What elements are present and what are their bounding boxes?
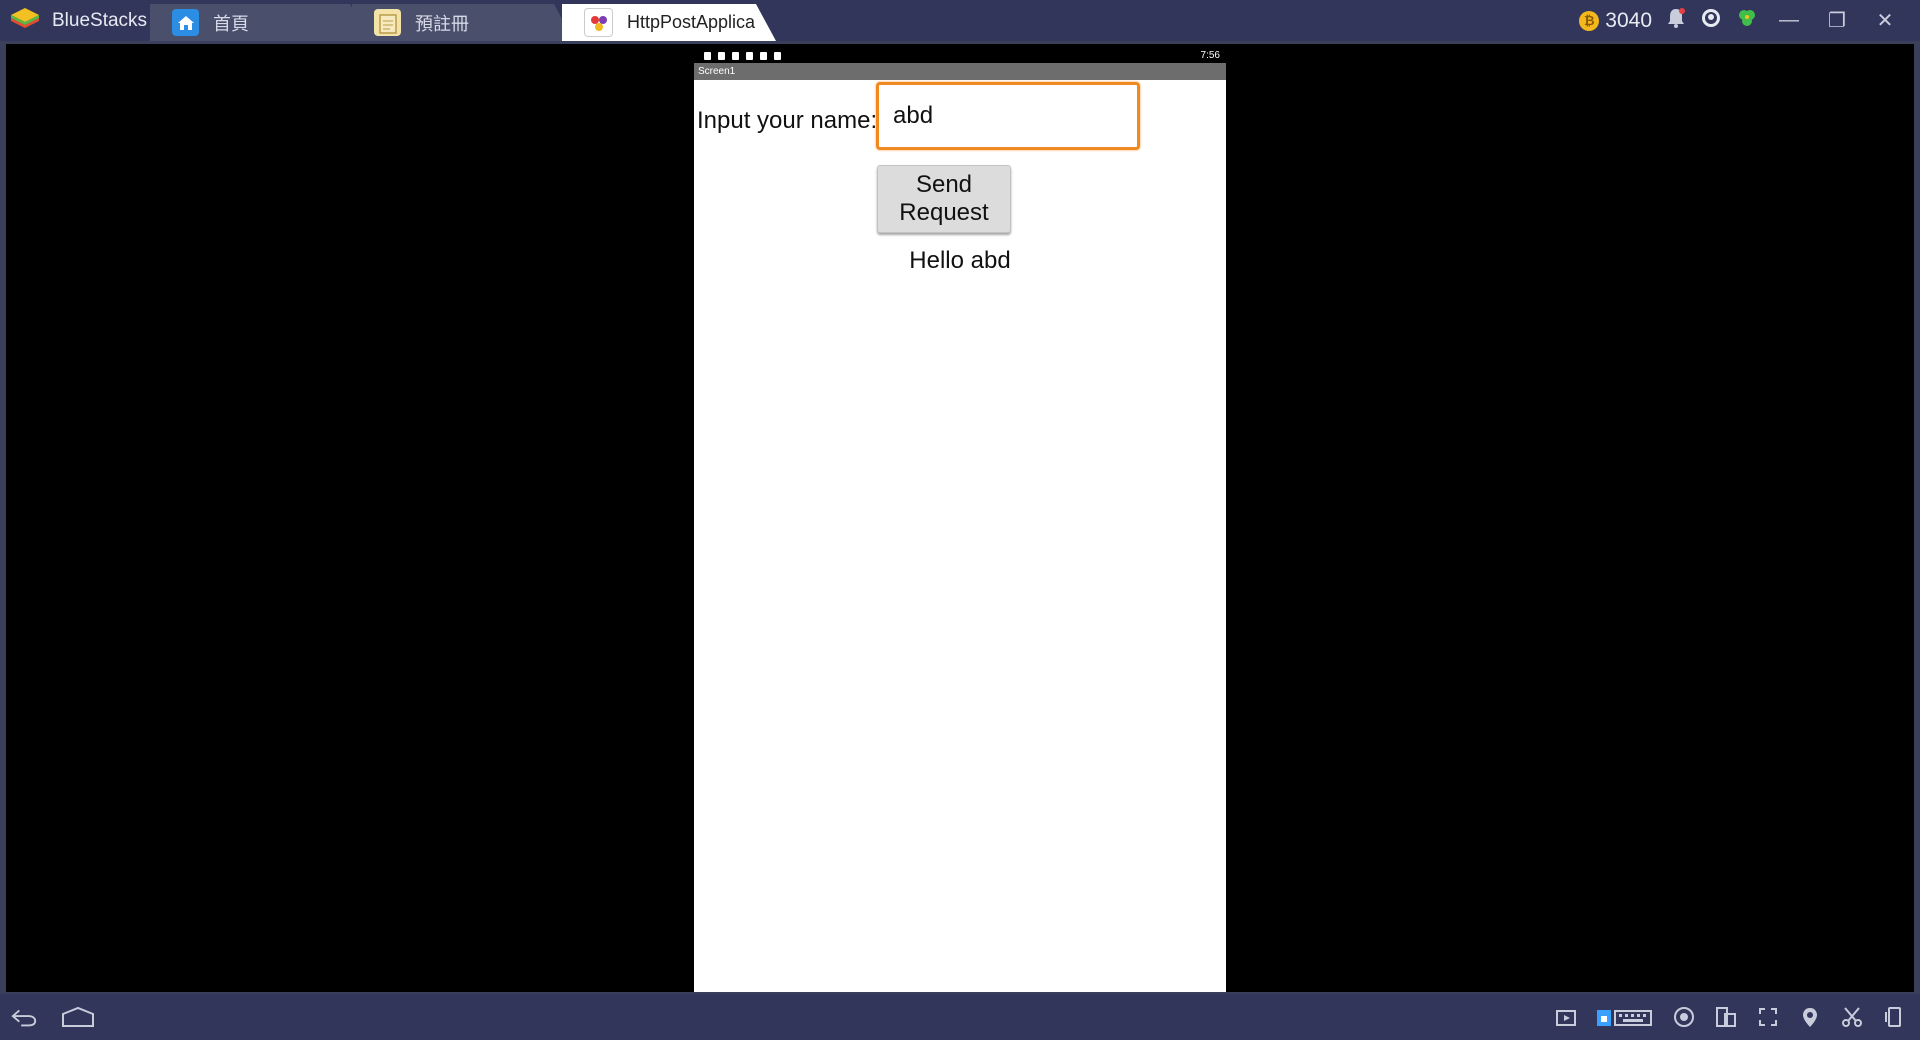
keyboard-icon[interactable]	[1594, 1003, 1656, 1031]
status-notification-icon	[704, 51, 711, 60]
name-label: Input your name:	[697, 107, 878, 134]
tool-icons	[1552, 994, 1908, 1040]
scissors-icon[interactable]	[1838, 1003, 1866, 1031]
coin-count[interactable]: 3040	[1605, 9, 1652, 33]
tab-label: 預註冊	[415, 13, 469, 34]
name-input[interactable]	[876, 82, 1140, 150]
tab-label: HttpPostApplica	[627, 12, 756, 32]
title-bar: BlueStacks 首頁 預註冊 HttpPostApplica ₿ 3040…	[0, 0, 1920, 41]
send-request-button[interactable]: Send Request	[877, 165, 1011, 233]
gift-icon[interactable]	[1736, 7, 1758, 35]
status-notification-icon	[760, 51, 767, 60]
camera-icon[interactable]	[1670, 1003, 1698, 1031]
home-icon	[172, 9, 199, 36]
rotate-device-icon[interactable]	[1880, 1003, 1908, 1031]
status-notification-icon	[718, 51, 725, 60]
status-notification-icon	[732, 51, 739, 60]
minimize-button[interactable]: —	[1772, 9, 1806, 32]
app-brand[interactable]: BlueStacks	[10, 0, 147, 41]
multi-instance-icon[interactable]	[1712, 1003, 1740, 1031]
android-nav	[10, 994, 96, 1040]
coin-icon: ₿	[1579, 10, 1600, 31]
bluestacks-logo-icon	[10, 6, 40, 36]
close-button[interactable]: ✕	[1868, 8, 1902, 33]
status-clock: 7:56	[1200, 50, 1220, 61]
tab-home[interactable]: 首頁	[150, 4, 370, 41]
fullscreen-icon[interactable]	[1754, 1003, 1782, 1031]
location-icon[interactable]	[1796, 1003, 1824, 1031]
restore-button[interactable]: ❐	[1820, 8, 1854, 33]
status-play-icon	[774, 51, 781, 60]
bottom-toolbar	[0, 994, 1920, 1040]
app-name: BlueStacks	[52, 9, 148, 31]
app-inventor-icon	[584, 8, 613, 37]
screen-title: Screen1	[694, 63, 1226, 80]
response-label: Hello abd	[909, 247, 1011, 274]
tab-httppost-app[interactable]: HttpPostApplica	[562, 4, 776, 41]
home-nav-icon[interactable]	[60, 1003, 96, 1031]
scroll-edge	[1914, 44, 1920, 992]
title-bar-controls: ₿ 3040 — ❐ ✕	[1579, 0, 1920, 41]
notepad-icon	[374, 9, 401, 36]
back-icon[interactable]	[10, 1003, 38, 1031]
notification-bell-icon[interactable]	[1666, 7, 1686, 35]
tab-label: 首頁	[213, 13, 249, 34]
account-icon[interactable]	[1700, 7, 1722, 35]
screenshot-icon[interactable]	[1552, 1003, 1580, 1031]
status-notification-icon	[746, 51, 753, 60]
android-status-bar: 7:56	[694, 48, 1226, 63]
android-screen: 7:56 Screen1 Input your name: Send Reque…	[694, 48, 1226, 992]
tab-preregister[interactable]: 預註冊	[352, 4, 574, 41]
status-icons	[704, 51, 781, 60]
